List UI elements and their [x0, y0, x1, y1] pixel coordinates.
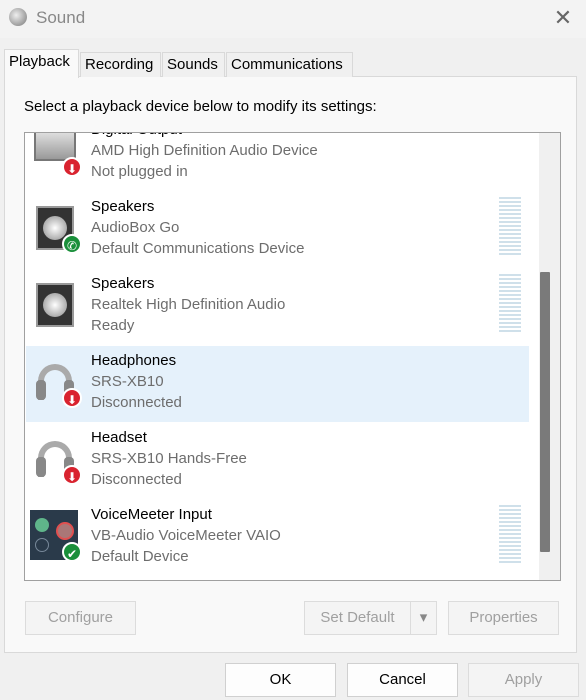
level-meter [499, 505, 521, 565]
device-row[interactable]: ✔ VoiceMeeter Input VB-Audio VoiceMeeter… [26, 500, 529, 576]
device-status: Default Device [91, 548, 189, 565]
device-name: Headset [91, 429, 147, 446]
set-default-button[interactable]: Set Default [304, 601, 411, 635]
device-driver: Realtek High Definition Audio [91, 296, 286, 313]
device-status: Disconnected [91, 471, 182, 488]
title-bar: Sound ✕ [0, 0, 586, 38]
device-status: Not plugged in [91, 163, 188, 180]
device-name: Speakers [91, 198, 155, 215]
tab-recording[interactable]: Recording [80, 52, 161, 77]
tab-sounds[interactable]: Sounds [162, 52, 225, 77]
device-row[interactable]: ⬇ Headphones SRS-XB10 Disconnected [26, 346, 529, 422]
device-status: Disconnected [91, 394, 182, 411]
device-name: Headphones [91, 352, 177, 369]
down-arrow-badge-icon: ⬇ [62, 388, 82, 408]
device-driver: SRS-XB10 Hands-Free [91, 450, 247, 467]
device-name: VoiceMeeter Input [91, 506, 212, 523]
device-row[interactable]: ⬇ Digital Output AMD High Definition Aud… [26, 133, 529, 191]
headphones-icon: ⬇ [34, 358, 82, 408]
headset-icon: ⬇ [34, 435, 82, 485]
ok-button[interactable]: OK [225, 663, 336, 697]
device-name: Speakers [91, 275, 155, 292]
device-name: Digital Output [91, 133, 182, 138]
device-status: Ready [91, 317, 135, 334]
instruction-text: Select a playback device below to modify… [24, 98, 377, 115]
chevron-down-icon: ▾ [419, 609, 428, 626]
device-row[interactable]: Speakers Realtek High Definition Audio R… [26, 269, 529, 345]
device-driver: SRS-XB10 [91, 373, 164, 390]
down-arrow-badge-icon: ⬇ [62, 465, 82, 485]
device-driver: VB-Audio VoiceMeeter VAIO [91, 527, 281, 544]
properties-button[interactable]: Properties [448, 601, 559, 635]
down-arrow-badge-icon: ⬇ [62, 157, 82, 177]
tab-playback[interactable]: Playback [4, 49, 79, 78]
device-row[interactable]: ✆ Speakers AudioBox Go Default Communica… [26, 192, 529, 268]
tab-communications[interactable]: Communications [226, 52, 353, 77]
cancel-button[interactable]: Cancel [347, 663, 458, 697]
monitor-icon: ⬇ [34, 133, 82, 177]
configure-button[interactable]: Configure [25, 601, 136, 635]
window-title: Sound [36, 8, 86, 27]
voicemeeter-icon: ✔ [30, 510, 82, 562]
speaker-icon: ✆ [34, 204, 82, 254]
set-default-dropdown[interactable]: ▾ [410, 601, 437, 635]
phone-badge-icon: ✆ [62, 234, 82, 254]
level-meter [499, 274, 521, 334]
device-driver: AudioBox Go [91, 219, 180, 236]
device-driver: AMD High Definition Audio Device [91, 142, 318, 159]
level-meter [499, 197, 521, 257]
apply-button[interactable]: Apply [468, 663, 579, 697]
scrollbar-thumb[interactable] [540, 272, 550, 552]
device-list[interactable]: ✔ VoiceMeeter Input VB-Audio VoiceMeeter… [24, 132, 561, 581]
device-row[interactable]: ⬇ Headset SRS-XB10 Hands-Free Disconnect… [26, 423, 529, 499]
speaker-icon [34, 281, 78, 329]
speaker-icon [9, 8, 27, 26]
close-icon[interactable]: ✕ [548, 4, 578, 32]
device-status: Default Communications Device [91, 240, 305, 257]
check-badge-icon: ✔ [62, 542, 82, 562]
